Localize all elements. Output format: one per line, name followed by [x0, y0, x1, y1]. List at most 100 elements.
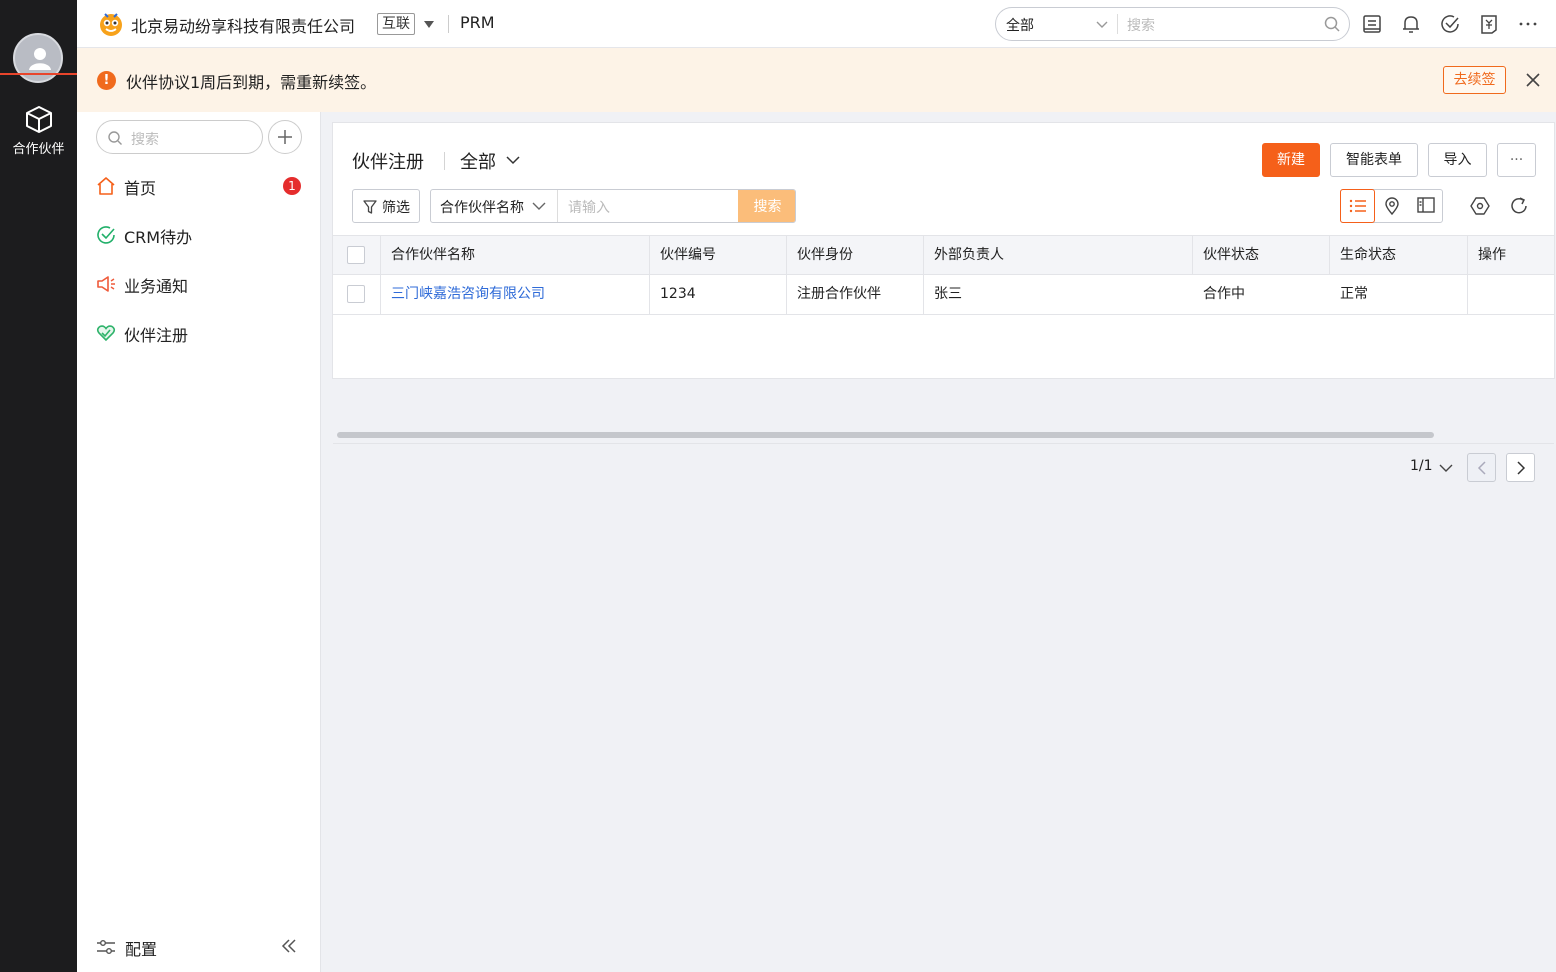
brand-logo-icon [100, 13, 122, 36]
column-header[interactable]: 伙伴编号 [650, 236, 787, 274]
global-search[interactable]: 全部 搜索 [995, 7, 1350, 41]
column-header[interactable]: 伙伴状态 [1193, 236, 1330, 274]
sidebar-item-home[interactable]: 首页 1 [96, 171, 306, 201]
contacts-icon[interactable] [1361, 13, 1383, 35]
sidebar-item-partner-registration[interactable]: 伙伴注册 [96, 318, 306, 348]
collapse-sidebar-icon[interactable] [281, 938, 297, 954]
row-checkbox-cell [333, 275, 381, 314]
divider [444, 152, 445, 170]
split-view-button[interactable] [1409, 189, 1444, 223]
filter-button[interactable]: 筛选 [352, 189, 420, 223]
renew-button[interactable]: 去续签 [1443, 66, 1506, 94]
sidebar-item-label: 伙伴注册 [124, 326, 189, 345]
search-icon[interactable] [1323, 15, 1341, 33]
column-header: 操作 [1478, 247, 1506, 263]
record-search-input[interactable]: 请输入 [568, 197, 610, 217]
app-rail: 合作伙伴 [0, 0, 77, 972]
import-button[interactable]: 导入 [1428, 143, 1487, 177]
global-search-input[interactable]: 搜索 [1127, 15, 1155, 35]
chevron-down-icon [506, 156, 520, 165]
user-avatar[interactable] [13, 33, 63, 83]
column-header[interactable]: 合作伙伴名称 [381, 236, 650, 274]
notice-banner: ! 伙伴协议1周后到期，需重新续签。 去续签 [77, 48, 1556, 112]
cube-icon [25, 106, 52, 133]
check-circle-icon[interactable] [1439, 13, 1461, 35]
view-selector[interactable]: 全部 [460, 148, 520, 174]
sidebar-item-notifications[interactable]: 业务通知 [96, 269, 306, 299]
filter-label: 筛选 [382, 200, 410, 216]
top-bar: 北京易动纷享科技有限责任公司 互联 PRM 全部 搜索 [77, 0, 1556, 48]
table-cell: 1234 [650, 275, 787, 314]
divider [448, 15, 449, 33]
annotation-arrow [0, 68, 88, 80]
more-icon[interactable] [1517, 13, 1539, 35]
sidebar-search-placeholder: 搜索 [131, 132, 159, 148]
settings-hex-icon[interactable] [1470, 196, 1490, 216]
page-indicator[interactable]: 1/1 [1410, 458, 1453, 474]
sidebar-footer: 配置 [96, 934, 306, 960]
sidebar: 搜索 首页 1 CRM待办 业务通知 伙伴注册 配置 [77, 112, 321, 972]
settings-sliders-icon[interactable] [96, 938, 116, 956]
new-button[interactable]: 新建 [1262, 143, 1320, 177]
list-card: 伙伴注册 全部 新建 智能表单 导入 ··· 筛选 合作伙伴名称 请输入 搜索 [332, 122, 1555, 482]
close-icon[interactable] [1525, 72, 1541, 88]
table-cell: 合作中 [1203, 286, 1245, 302]
plus-icon [278, 130, 292, 144]
notice-message: 伙伴协议1周后到期，需重新续签。 [126, 73, 377, 92]
prev-page-button[interactable] [1467, 453, 1496, 482]
horizontal-scrollbar[interactable] [337, 432, 1434, 438]
sidebar-item-crm-todo[interactable]: CRM待办 [96, 220, 306, 250]
company-name[interactable]: 北京易动纷享科技有限责任公司 [131, 13, 355, 37]
view-selector-label: 全部 [460, 152, 496, 173]
divider [1117, 14, 1118, 34]
search-field-select[interactable]: 合作伙伴名称 [440, 197, 524, 217]
heart-check-icon [96, 325, 116, 342]
filter-icon [363, 200, 377, 214]
bell-icon[interactable] [1400, 13, 1422, 35]
divider [557, 190, 558, 222]
actions-cell [1468, 275, 1554, 314]
user-icon [29, 48, 51, 70]
table-cell: 注册合作伙伴 [787, 275, 924, 314]
record-search: 合作伙伴名称 请输入 搜索 [430, 189, 796, 223]
column-header[interactable]: 外部负责人 [924, 236, 1193, 274]
select-all-checkbox[interactable] [347, 246, 365, 264]
search-button[interactable]: 搜索 [738, 190, 795, 222]
sidebar-add-button[interactable] [268, 120, 302, 154]
sidebar-item-label: 首页 [124, 179, 157, 198]
warning-icon: ! [97, 71, 116, 90]
column-header[interactable]: 生命状态 [1330, 236, 1468, 274]
list-view-button[interactable] [1340, 189, 1375, 223]
chevron-down-icon [532, 202, 546, 210]
smart-form-button[interactable]: 智能表单 [1330, 143, 1418, 177]
search-scope-select[interactable]: 全部 [1006, 15, 1034, 35]
check-circle-icon [97, 226, 115, 244]
app-name: PRM [460, 13, 495, 32]
rail-app-label: 合作伙伴 [12, 142, 65, 157]
row-checkbox[interactable] [347, 285, 365, 303]
rail-app-partner[interactable]: 合作伙伴 [0, 104, 77, 157]
megaphone-icon [97, 276, 115, 292]
chevron-down-icon [1439, 464, 1453, 472]
table-row[interactable]: 三门峡嘉浩咨询有限公司 1234 注册合作伙伴 张三 合作中 正常 [333, 275, 1554, 315]
page-title: 伙伴注册 [352, 152, 424, 173]
location-pin-icon [1385, 197, 1399, 215]
more-actions-button[interactable]: ··· [1497, 143, 1536, 177]
page-indicator-text: 1/1 [1410, 458, 1433, 474]
split-panel-icon [1417, 197, 1435, 213]
refresh-icon[interactable] [1509, 196, 1529, 216]
header-checkbox-cell [333, 236, 381, 274]
table-header: 合作伙伴名称 伙伴编号 伙伴身份 外部负责人 伙伴状态 生命状态 操作 [333, 235, 1554, 275]
company-switch-caret-icon[interactable] [424, 21, 434, 28]
config-link[interactable]: 配置 [125, 936, 157, 960]
column-header[interactable]: 伙伴身份 [787, 236, 924, 274]
chevron-right-icon [1517, 461, 1526, 475]
table-cell: 张三 [934, 286, 962, 302]
home-icon [97, 177, 115, 195]
bill-icon[interactable] [1478, 13, 1500, 35]
map-view-button[interactable] [1375, 189, 1410, 223]
sidebar-search-input[interactable]: 搜索 [96, 120, 263, 154]
partner-name-link[interactable]: 三门峡嘉浩咨询有限公司 [381, 275, 650, 314]
next-page-button[interactable] [1506, 453, 1535, 482]
search-icon [108, 131, 122, 145]
